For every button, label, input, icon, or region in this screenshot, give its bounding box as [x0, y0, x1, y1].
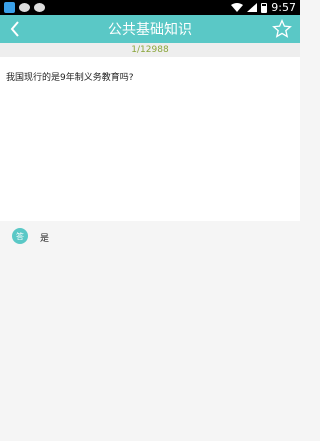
title-bar: 公共基础知识 [0, 15, 300, 43]
wechat-icon [34, 3, 45, 12]
question-progress: 1/12988 [0, 43, 300, 57]
signal-icon [247, 3, 258, 12]
battery-icon [261, 2, 268, 13]
status-time: 9:57 [271, 1, 296, 14]
back-button[interactable] [6, 19, 24, 39]
question-text: 我国现行的是9年制义务教育吗? [6, 73, 134, 83]
answer-badge: 答 [12, 228, 28, 244]
question-panel: 我国现行的是9年制义务教育吗? [0, 57, 300, 221]
app-icon [4, 2, 15, 13]
app-screen: 9:57 公共基础知识 1/12988 我国现行的是9年制义务教育吗? 答 是 [0, 0, 300, 441]
chevron-left-icon [10, 21, 19, 37]
status-bar: 9:57 [0, 0, 300, 15]
star-icon[interactable] [272, 19, 292, 39]
page-title: 公共基础知识 [108, 22, 192, 38]
chat-icon [19, 3, 30, 12]
progress-text: 1/12988 [131, 45, 169, 55]
wifi-icon [231, 3, 244, 12]
status-bar-right: 9:57 [231, 1, 300, 14]
answer-panel: 答 是 [0, 221, 300, 441]
answer-text: 是 [40, 234, 50, 244]
status-bar-left [0, 2, 45, 13]
